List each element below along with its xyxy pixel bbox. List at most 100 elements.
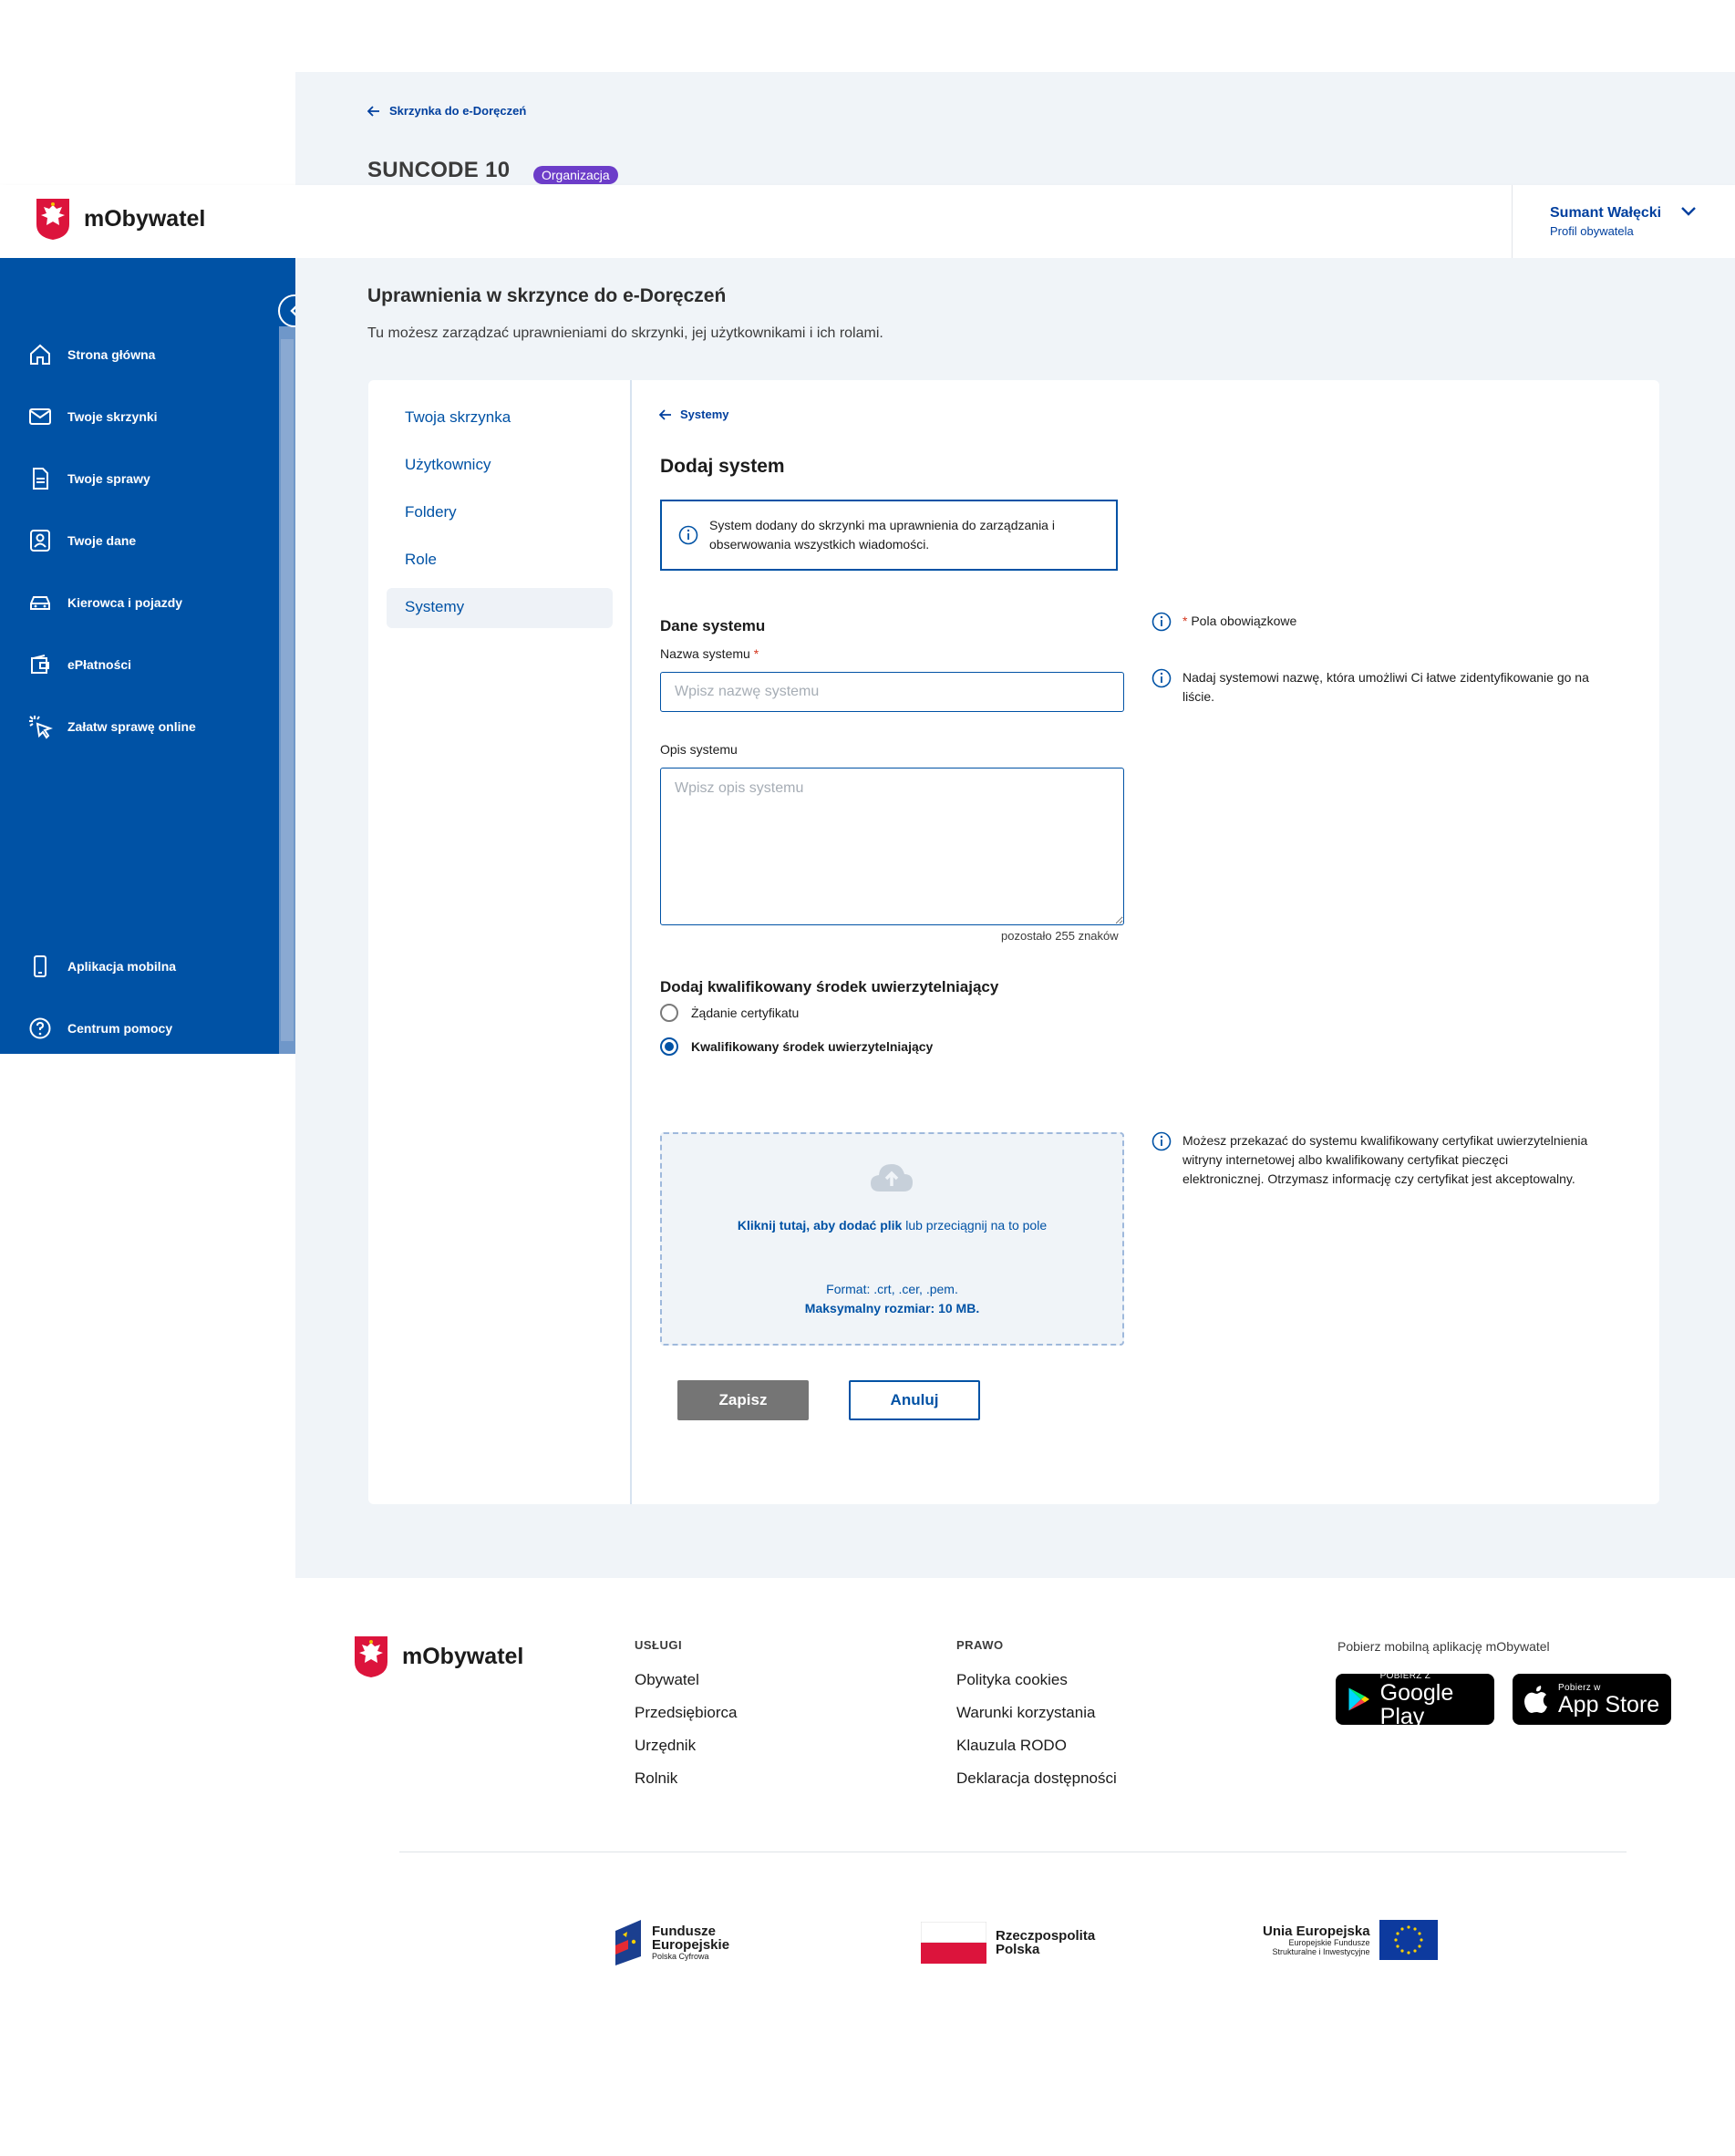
required-marker: * xyxy=(1182,614,1188,628)
sidebar-item-online-services[interactable]: Załatw sprawę online xyxy=(27,714,196,739)
system-description-input[interactable] xyxy=(660,768,1124,925)
app-store-button[interactable]: Pobierz w App Store xyxy=(1513,1674,1671,1725)
sidebar-item-label: Twoje sprawy xyxy=(67,471,150,486)
save-button[interactable]: Zapisz xyxy=(677,1380,809,1420)
tab-folders[interactable]: Foldery xyxy=(405,503,457,521)
sidebar-item-label: Aplikacja mobilna xyxy=(67,959,177,974)
footer-logo[interactable]: mObywatel xyxy=(353,1635,523,1678)
organization-title: SUNCODE 10 xyxy=(367,158,511,182)
tab-roles[interactable]: Role xyxy=(405,551,437,569)
page-description: Tu możesz zarządzać uprawnieniami do skr… xyxy=(367,325,883,341)
sidebar-item-data[interactable]: Twoje dane xyxy=(27,528,136,553)
fund-title: Unia Europejska xyxy=(1263,1923,1370,1939)
footer-link-official[interactable]: Urzędnik xyxy=(635,1737,696,1755)
download-app-text: Pobierz mobilną aplikację mObywatel xyxy=(1337,1639,1550,1654)
arrow-left-icon xyxy=(659,408,671,420)
card-divider xyxy=(630,380,632,1504)
footer-link-farmer[interactable]: Rolnik xyxy=(635,1769,677,1788)
hint-text: * Pola obowiązkowe xyxy=(1182,612,1296,632)
sidebar-item-cases[interactable]: Twoje sprawy xyxy=(27,466,150,491)
google-play-big: Google Play xyxy=(1379,1679,1454,1729)
eu-funds-logo: Fundusze Europejskie Polska Cyfrowa xyxy=(614,1918,729,1967)
app-store-big: App Store xyxy=(1558,1691,1660,1718)
home-icon xyxy=(27,342,53,367)
fund-title: Europejskie xyxy=(652,1937,730,1953)
hint-line: elektronicznej. Otrzymasz informację czy… xyxy=(1182,1171,1575,1186)
user-menu[interactable] xyxy=(1512,185,1735,258)
page-title: Uprawnienia w skrzynce do e-Doręczeń xyxy=(367,285,727,306)
sidebar-item-label: ePłatności xyxy=(67,657,132,672)
cancel-button[interactable]: Anuluj xyxy=(849,1380,980,1420)
footer-link-accessibility[interactable]: Deklaracja dostępności xyxy=(956,1769,1117,1788)
sidebar-item-payments[interactable]: ePłatności xyxy=(27,652,131,677)
logo-text: mObywatel xyxy=(402,1643,524,1669)
document-icon xyxy=(27,466,53,491)
label-text: Nazwa systemu xyxy=(660,646,750,661)
footer-link-terms[interactable]: Warunki korzystania xyxy=(956,1704,1095,1722)
page-top-band xyxy=(295,72,1735,185)
back-to-inbox-link[interactable]: Skrzynka do e-Doręczeń xyxy=(367,104,526,118)
sidebar-item-label: Centrum pomocy xyxy=(67,1021,173,1036)
sidebar-item-label: Załatw sprawę online xyxy=(67,719,196,734)
google-play-button[interactable]: POBIERZ Z Google Play xyxy=(1336,1670,1494,1729)
back-to-systems-link[interactable]: Systemy xyxy=(659,407,728,421)
sidebar-item-home[interactable]: Strona główna xyxy=(27,342,155,367)
poland-flag-logo: Rzeczpospolita Polska xyxy=(921,1922,1095,1964)
radio-qualified-auth[interactable]: Kwalifikowany środek uwierzytelniający xyxy=(660,1037,933,1056)
form-title: Dodaj system xyxy=(660,456,785,477)
cloud-upload-icon xyxy=(871,1164,913,1191)
footer-law-heading: PRAWO xyxy=(956,1638,1004,1652)
footer-link-cookies[interactable]: Polityka cookies xyxy=(956,1671,1068,1689)
back-to-inbox-label: Skrzynka do e-Doręczeń xyxy=(389,104,527,118)
header-bar xyxy=(0,185,1735,258)
mail-icon xyxy=(27,404,53,429)
radio-button-selected[interactable] xyxy=(660,1037,678,1056)
chevron-down-icon[interactable] xyxy=(1680,206,1697,217)
fund-title: Polska xyxy=(996,1942,1040,1957)
radio-label: Żądanie certyfikatu xyxy=(691,1006,800,1020)
eagle-emblem-icon xyxy=(36,199,69,240)
fund-title: Fundusze xyxy=(652,1924,716,1939)
hint-text: Możesz przekazać do systemu kwalifikowan… xyxy=(1182,1131,1587,1189)
sidebar-item-mobile-app[interactable]: Aplikacja mobilna xyxy=(27,954,176,979)
organization-badge: Organizacja xyxy=(533,166,618,184)
poland-flag-icon xyxy=(921,1922,986,1964)
hint-line: witryny internetowej albo kwalifikowany … xyxy=(1182,1152,1509,1167)
hint-system-name: Nadaj systemowi nazwę, która umożliwi Ci… xyxy=(1152,668,1589,707)
sidebar-item-label: Kierowca i pojazdy xyxy=(67,595,183,610)
radio-button[interactable] xyxy=(660,1004,678,1022)
apple-icon xyxy=(1524,1686,1547,1713)
system-name-label: Nazwa systemu * xyxy=(660,646,759,661)
footer-services-heading: USŁUGI xyxy=(635,1638,683,1652)
upload-link[interactable]: Kliknij tutaj, aby dodać plik xyxy=(738,1218,902,1233)
info-icon xyxy=(678,525,698,545)
mobywatel-logo[interactable]: mObywatel xyxy=(35,197,205,241)
sidebar-item-help[interactable]: Centrum pomocy xyxy=(27,1016,172,1041)
google-play-icon xyxy=(1348,1687,1369,1711)
sidebar-item-vehicles[interactable]: Kierowca i pojazdy xyxy=(27,590,182,615)
upload-instructions-rest: lub przeciągnij na to pole xyxy=(902,1218,1048,1233)
fund-sub: Strukturalne i Inwestycyjne xyxy=(1272,1946,1370,1956)
click-cursor-icon xyxy=(27,714,53,739)
wallet-icon xyxy=(27,652,53,677)
tab-systems[interactable]: Systemy xyxy=(405,598,464,616)
footer-link-rodo[interactable]: Klauzula RODO xyxy=(956,1737,1067,1755)
radio-certificate-request[interactable]: Żądanie certyfikatu xyxy=(660,1004,799,1022)
tab-users[interactable]: Użytkownicy xyxy=(405,456,491,474)
sidebar-scrollbar-thumb[interactable] xyxy=(281,339,294,1041)
fund-sub: Europejskie Fundusze xyxy=(1288,1937,1370,1947)
system-name-input[interactable] xyxy=(660,672,1124,712)
tab-your-mailbox[interactable]: Twoja skrzynka xyxy=(405,408,511,427)
app-store-small: Pobierz w xyxy=(1558,1682,1601,1693)
upload-max-size: Maksymalny rozmiar: 10 MB. xyxy=(804,1301,980,1315)
sidebar-item-mailboxes[interactable]: Twoje skrzynki xyxy=(27,404,158,429)
google-play-small: POBIERZ Z xyxy=(1379,1670,1431,1681)
sidebar-item-label: Twoje dane xyxy=(67,533,137,548)
footer-link-citizen[interactable]: Obywatel xyxy=(635,1671,699,1689)
radio-label: Kwalifikowany środek uwierzytelniający xyxy=(691,1039,934,1054)
hint-text: Nadaj systemowi nazwę, która umożliwi Ci… xyxy=(1182,668,1589,707)
info-icon xyxy=(1152,1131,1172,1151)
hint-line: Nadaj systemowi nazwę, która umożliwi Ci… xyxy=(1182,670,1589,685)
footer-link-entrepreneur[interactable]: Przedsiębiorca xyxy=(635,1704,737,1722)
upload-instructions: Kliknij tutaj, aby dodać plik lub przeci… xyxy=(660,1218,1124,1233)
